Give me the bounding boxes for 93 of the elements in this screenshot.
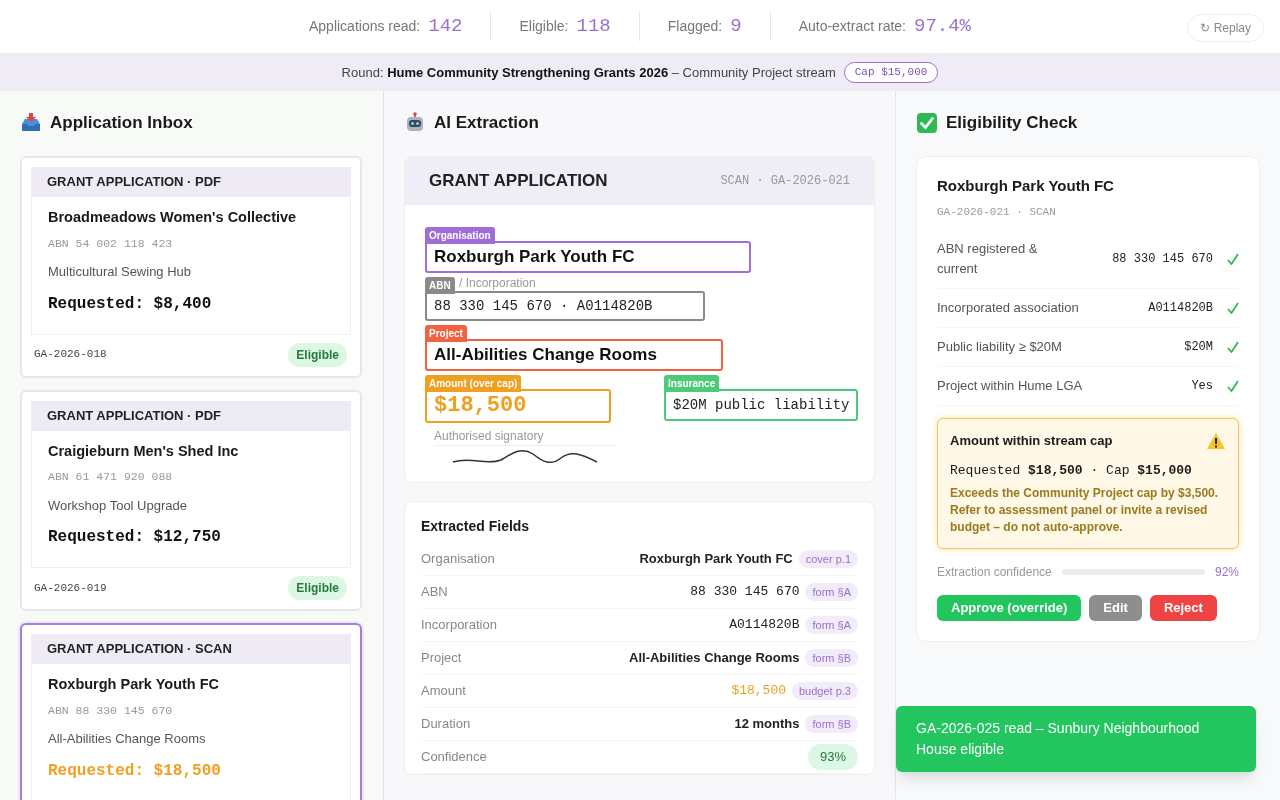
stat-value: 97.4% — [914, 14, 972, 40]
application-id: GA-2026-019 — [34, 580, 107, 596]
highlighted-field: Roxburgh Park Youth FC — [425, 241, 751, 273]
application-meta: GA-2026-021 · SCAN — [937, 204, 1057, 220]
form-label: / Incorporation — [459, 276, 536, 290]
field-tag: Amount (over cap) — [425, 375, 522, 392]
organisation-name: Craigieburn Men's Shed Inc — [48, 441, 240, 461]
card-title: Extracted Fields — [421, 517, 531, 536]
application-card[interactable]: GRANT APPLICATION · PDF Broadmeadows Women's Collective ABN 54 002 118 423 Multicultural Sewing Hub Requested: $8,400 GA-2026-018 Eligible — [20, 156, 362, 378]
check-label: Public liability ≥ $20M — [937, 338, 1063, 356]
column-title: AI Extraction — [434, 112, 539, 135]
source-tag: form §A — [805, 615, 858, 635]
check-box-icon — [916, 112, 938, 134]
requested-amount: Requested: $8,400 — [48, 293, 213, 315]
field-tag: Project — [425, 325, 467, 342]
card-header: GRANT APPLICATION · PDF — [31, 400, 351, 431]
project-name: All-Abilities Change Rooms — [48, 730, 207, 748]
application-card[interactable]: GRANT APPLICATION · SCAN Roxburgh Park Youth FC ABN 88 330 145 670 All-Abilities Change Rooms Requested: $18,500 — [20, 623, 362, 800]
stat-value: 118 — [576, 14, 611, 40]
field-label: Organisation — [421, 550, 495, 569]
highlighted-field: 88 330 145 670 · A0114820B — [425, 291, 705, 321]
abn-text: ABN 88 330 145 670 — [48, 702, 174, 719]
status-badge: Eligible — [288, 342, 347, 367]
warning-title: Amount within stream cap — [950, 432, 1113, 450]
card-header: GRANT APPLICATION · SCAN — [31, 634, 351, 664]
field-label: Incorporation — [421, 616, 497, 635]
highlighted-field: All-Abilities Change Rooms — [425, 339, 723, 371]
approve-button[interactable]: Approve (override) — [937, 595, 1082, 621]
field-tag: ABN — [425, 277, 455, 294]
source-tag: budget p.3 — [792, 681, 858, 701]
requested-amount: Requested: $18,500 — [48, 760, 222, 782]
field-tag: Insurance — [664, 375, 720, 392]
field-value: 12 months — [734, 715, 800, 734]
check-label: ABN registered & current — [937, 240, 1039, 278]
highlighted-field: $18,500 — [425, 389, 611, 423]
edit-button[interactable]: Edit — [1089, 595, 1142, 621]
organisation-name: Roxburgh Park Youth FC — [48, 675, 221, 694]
organisation-name: Roxburgh Park Youth FC — [937, 176, 1115, 196]
check-label: Project within Hume LGA — [937, 377, 1084, 395]
check-label: Incorporated association — [937, 299, 1080, 317]
amount-comparison: Requested $18,500 · Cap $15,000 — [950, 461, 1193, 480]
source-tag: form §B — [805, 648, 858, 668]
check-value: A0114820B — [1148, 300, 1213, 317]
reject-button[interactable]: Reject — [1149, 595, 1217, 621]
status-badge: Eligible — [288, 576, 347, 600]
round-text: Round: Hume Community Strengthening Grants 2026 – Community Project stream — [341, 63, 836, 82]
source-tag: cover p.1 — [798, 549, 858, 569]
requested-amount: Requested: $12,750 — [48, 527, 222, 548]
source-tag: form §B — [805, 714, 858, 734]
signatory-label: Authorised signatory — [434, 427, 616, 446]
stat-label: Auto-extract rate: — [798, 17, 906, 36]
column-title: Application Inbox — [50, 112, 193, 135]
robot-icon — [404, 112, 426, 134]
field-value: 88 330 145 670 — [690, 583, 800, 602]
field-value: A0114820B — [729, 616, 800, 635]
document-title: GRANT APPLICATION — [429, 170, 608, 193]
project-name: Workshop Tool Upgrade — [48, 496, 188, 515]
inbox-tray-icon — [20, 112, 42, 134]
stat-label: Flagged: — [667, 17, 723, 36]
field-value: All-Abilities Change Rooms — [629, 649, 800, 668]
check-value: 88 330 145 670 — [1112, 251, 1213, 268]
field-label: ABN — [421, 583, 448, 602]
field-value: $18,500 — [731, 682, 786, 701]
field-value: Roxburgh Park Youth FC — [639, 550, 793, 569]
application-id: GA-2026-018 — [34, 347, 107, 363]
card-header: GRANT APPLICATION · PDF — [31, 167, 351, 197]
warning-text: Exceeds the Community Project cap by $3,500. Refer to assessment panel or invite a revised budget – do not auto-approve. — [950, 485, 1220, 536]
cap-badge: Cap $15,000 — [843, 62, 939, 83]
stat-label: Applications read: — [308, 17, 421, 36]
highlighted-field: $20M public liability — [664, 389, 858, 421]
warning-icon — [1206, 431, 1226, 450]
field-tag: Organisation — [425, 227, 495, 244]
document-meta: SCAN · GA-2026-021 — [720, 173, 850, 190]
confidence-label: Extraction confidence — [937, 564, 1052, 581]
check-value: $20M — [1184, 339, 1213, 356]
confidence-badge: 93% — [807, 744, 858, 770]
project-name: Multicultural Sewing Hub — [48, 263, 193, 281]
stat-value: 142 — [428, 14, 463, 40]
application-card[interactable]: GRANT APPLICATION · PDF Craigieburn Men's Shed Inc ABN 61 471 920 088 Workshop Tool Upgrade Requested: $12,750 GA-2026-019 Eligible — [20, 389, 362, 611]
column-title: Eligibility Check — [946, 112, 1078, 135]
field-label: Project — [421, 649, 462, 668]
check-value: Yes — [1191, 378, 1213, 395]
organisation-name: Broadmeadows Women's Collective — [48, 208, 298, 227]
toast-notification: GA-2026-025 read – Sunbury Neighbourhood House eligible — [896, 706, 1256, 772]
field-label: Duration — [421, 715, 471, 734]
field-label: Confidence — [421, 748, 487, 767]
stat-label: Eligible: — [519, 17, 569, 36]
field-label: Amount — [421, 682, 466, 701]
stat-value: 9 — [730, 14, 742, 40]
source-tag: form §A — [805, 582, 858, 602]
abn-text: ABN 61 471 920 088 — [48, 469, 174, 486]
abn-text: ABN 54 002 118 423 — [48, 235, 174, 252]
confidence-value: 92% — [1214, 564, 1239, 581]
